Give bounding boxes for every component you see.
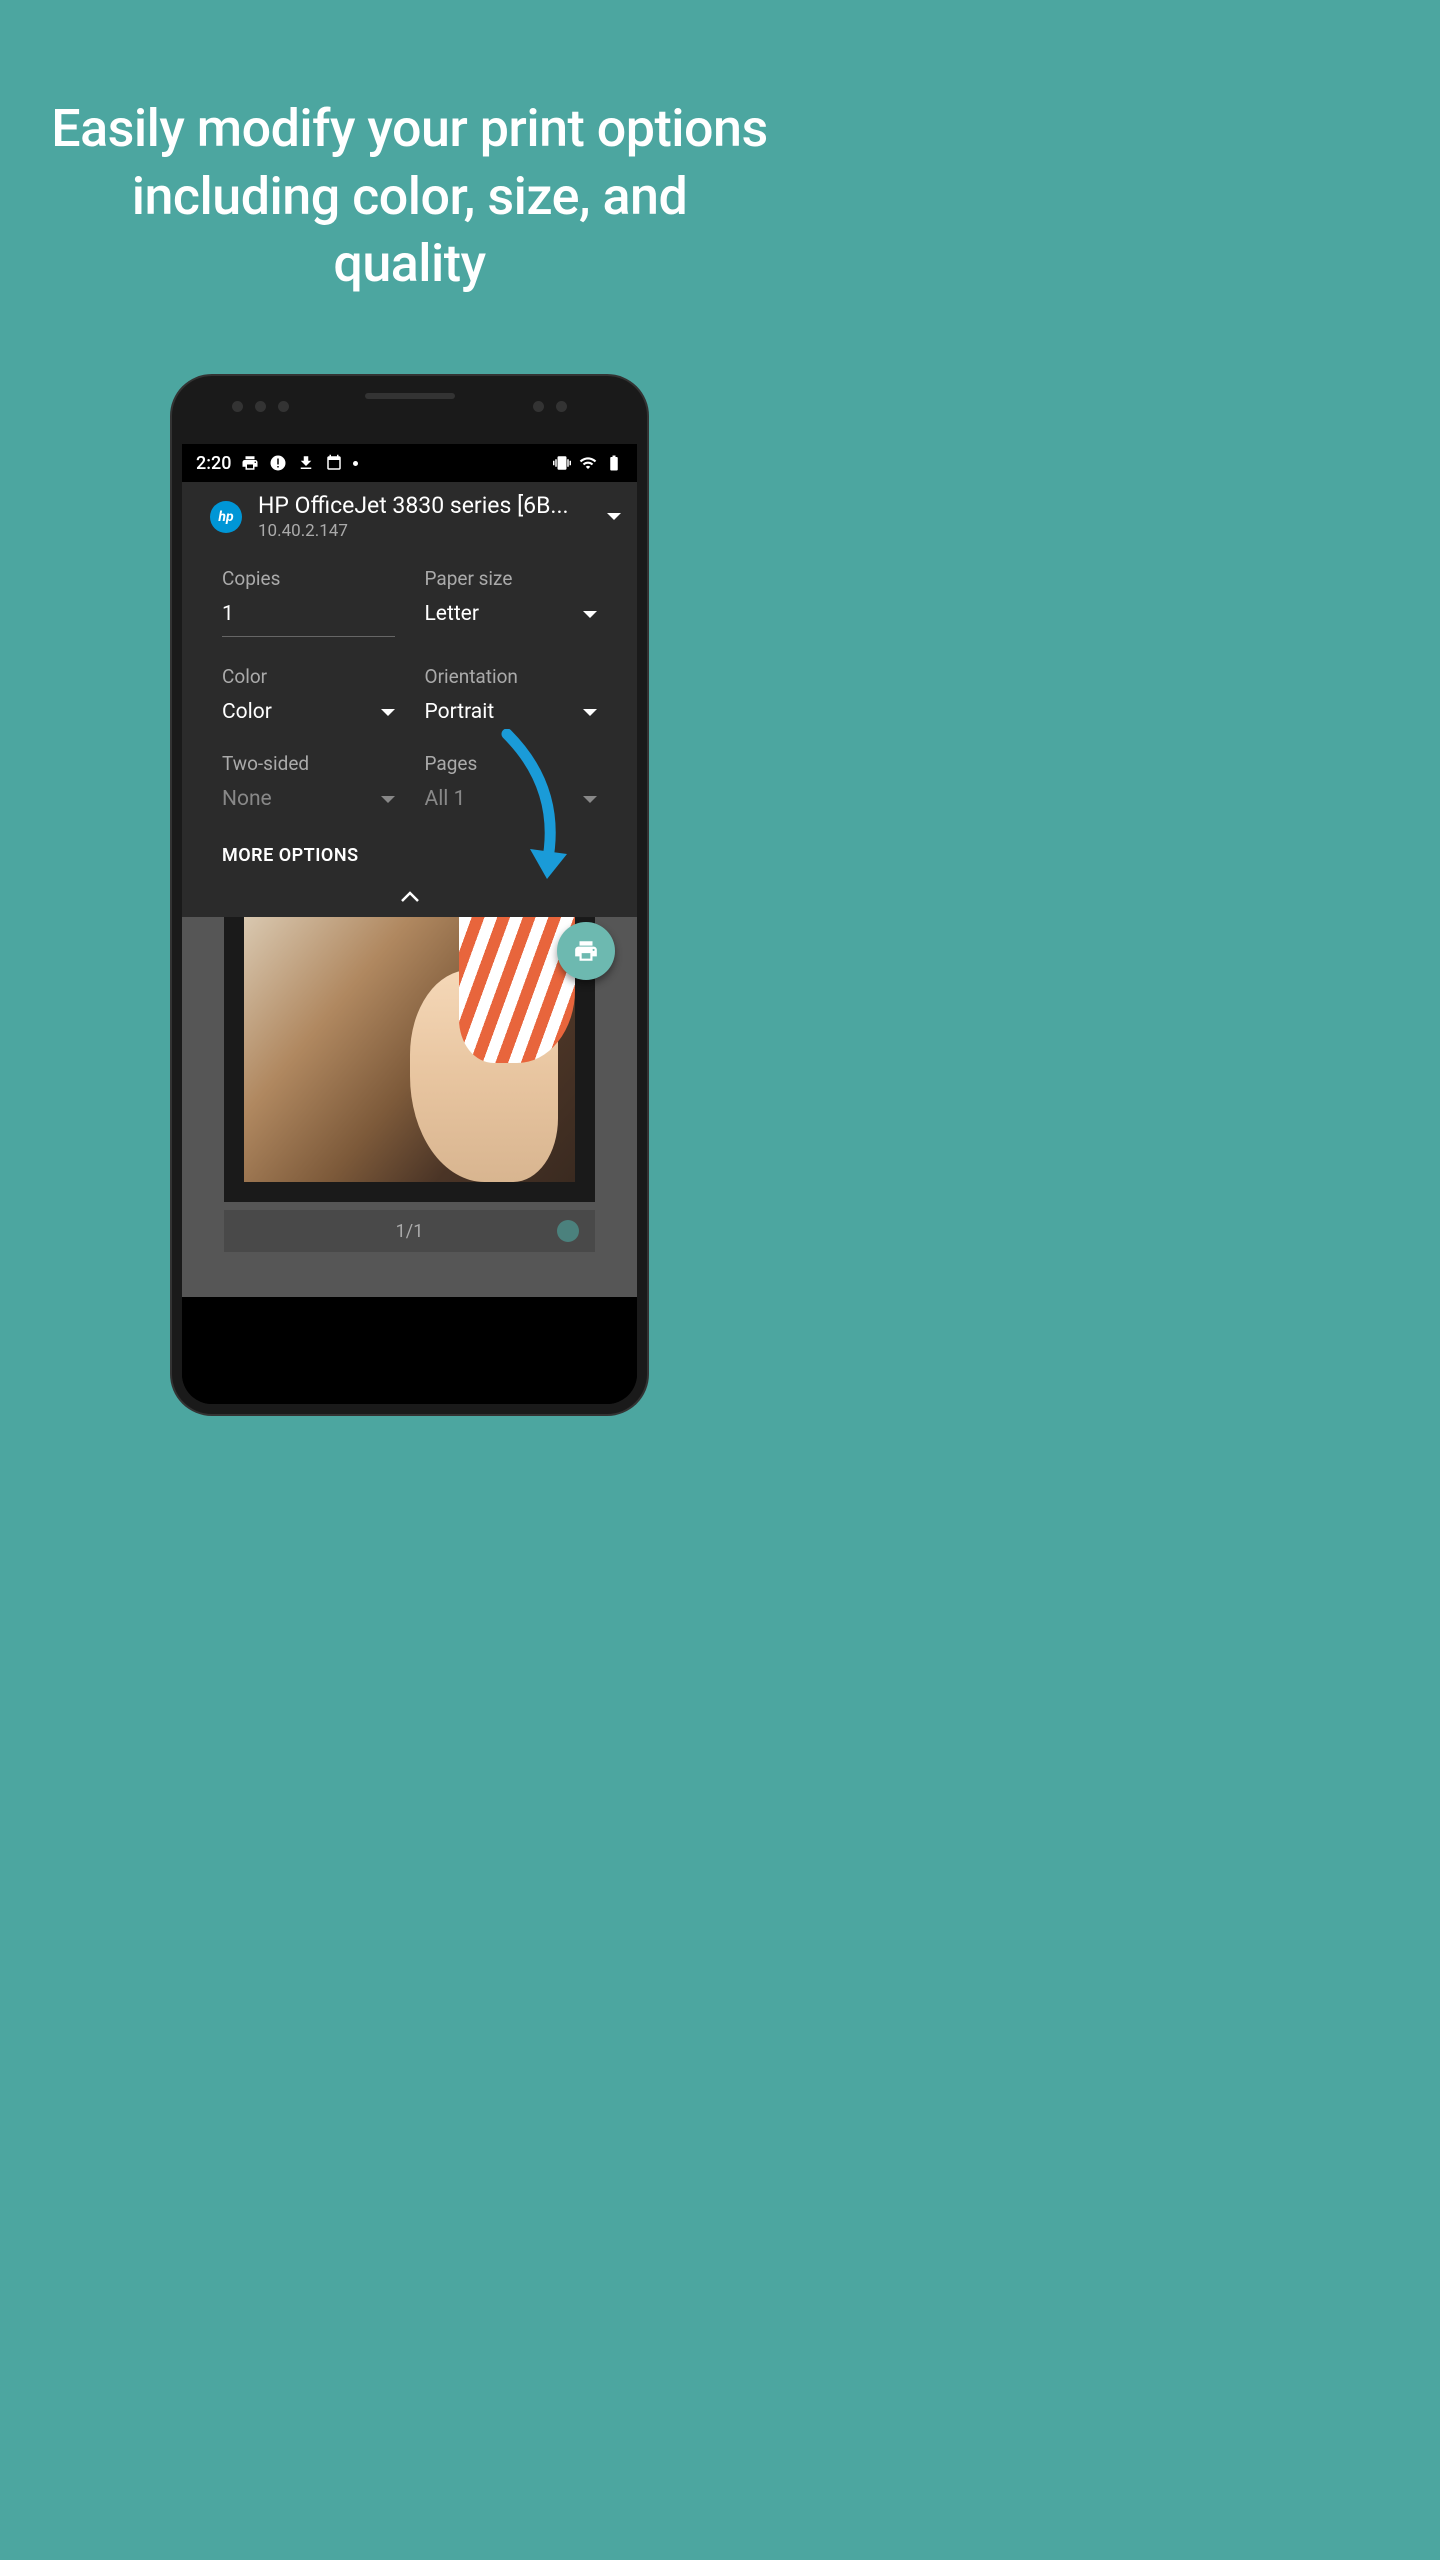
print-icon: [241, 454, 259, 472]
pages-label: Pages: [425, 752, 598, 775]
chevron-down-icon: [583, 796, 597, 803]
printer-selector[interactable]: hp HP OfficeJet 3830 series [6B... 10.40…: [182, 482, 637, 551]
status-bar: 2:20: [182, 444, 637, 482]
chevron-down-icon: [607, 513, 621, 520]
printer-ip: 10.40.2.147: [258, 521, 591, 541]
orientation-select[interactable]: Portrait: [425, 700, 598, 724]
paper-size-select[interactable]: Letter: [425, 602, 598, 626]
preview-photo: [244, 917, 575, 1182]
two-sided-label: Two-sided: [222, 752, 395, 775]
calendar-icon: [325, 454, 343, 472]
page-preview[interactable]: [224, 917, 595, 1202]
collapse-panel-button[interactable]: [182, 884, 637, 917]
wifi-icon: [579, 454, 597, 472]
marketing-headline: Easily modify your print options includi…: [0, 0, 819, 298]
chevron-down-icon: [381, 709, 395, 716]
print-options-panel: hp HP OfficeJet 3830 series [6B... 10.40…: [182, 482, 637, 917]
printer-name: HP OfficeJet 3830 series [6B...: [258, 492, 591, 519]
alert-icon: [269, 454, 287, 472]
phone-screen: 2:20 hp HP OfficeJet 3830 series [6B... …: [182, 444, 637, 1404]
page-counter-bar: 1/1: [224, 1210, 595, 1252]
battery-icon: [605, 454, 623, 472]
status-time: 2:20: [196, 453, 231, 474]
chevron-down-icon: [583, 611, 597, 618]
color-label: Color: [222, 665, 395, 688]
print-icon: [573, 938, 599, 964]
chevron-down-icon: [583, 709, 597, 716]
chevron-down-icon: [381, 796, 395, 803]
copies-input[interactable]: 1: [222, 602, 395, 637]
color-select[interactable]: Color: [222, 700, 395, 724]
print-fab-button[interactable]: [557, 922, 615, 980]
page-selected-check-icon: [557, 1220, 579, 1242]
android-nav-bar: [182, 1344, 637, 1404]
pages-select[interactable]: All 1: [425, 787, 598, 811]
two-sided-select[interactable]: None: [222, 787, 395, 811]
copies-label: Copies: [222, 567, 395, 590]
download-icon: [297, 454, 315, 472]
orientation-label: Orientation: [425, 665, 598, 688]
phone-frame: 2:20 hp HP OfficeJet 3830 series [6B... …: [172, 376, 647, 1414]
more-options-button[interactable]: MORE OPTIONS: [182, 831, 637, 884]
hp-logo-icon: hp: [210, 501, 242, 533]
paper-size-label: Paper size: [425, 567, 598, 590]
vibrate-icon: [553, 454, 571, 472]
